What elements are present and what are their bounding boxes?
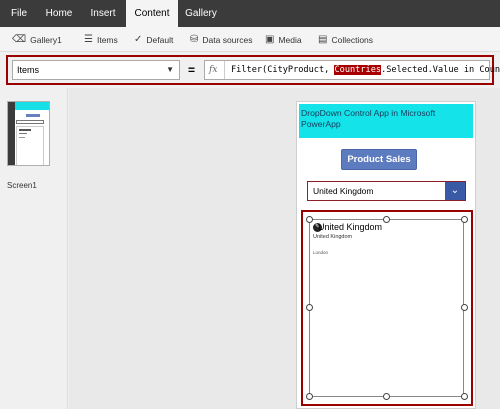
tab-gallery[interactable]: Gallery: [178, 0, 224, 27]
media-button[interactable]: ▣ Media: [265, 27, 302, 52]
tab-insert[interactable]: Insert: [80, 0, 126, 27]
ribbon: ⌫ Gallery1 ☰ Items ✓ Default ⛁ Data sour…: [0, 27, 500, 52]
fx-icon: fx: [209, 61, 225, 79]
menu-bar: File Home Insert Content Gallery: [0, 0, 500, 27]
resize-handle-br[interactable]: [461, 393, 468, 400]
collections-icon: ▤: [318, 34, 328, 45]
screen-label[interactable]: Screen1: [7, 181, 37, 190]
formula-bar: Items ▼ = fx Filter(CityProduct, Countri…: [6, 55, 500, 85]
gallery[interactable]: [309, 219, 464, 397]
equals-sign: =: [188, 63, 196, 77]
items-button[interactable]: ☰ Items: [84, 27, 118, 52]
gallery-item-subtitle: United Kingdom: [313, 234, 353, 240]
resize-handle-l[interactable]: [306, 304, 313, 311]
product-sales-button[interactable]: Product Sales: [341, 149, 417, 170]
formula-part-1: Filter(CityProduct,: [231, 65, 335, 75]
resize-handle-tr[interactable]: [461, 216, 468, 223]
app-header: DropDown Control App in Microsoft PowerA…: [299, 104, 473, 138]
items-label: Items: [96, 34, 118, 45]
resize-handle-r[interactable]: [461, 304, 468, 311]
tab-content[interactable]: Content: [126, 0, 178, 27]
formula-highlight: Countries: [334, 65, 382, 75]
gallery-name-button[interactable]: ⌫ Gallery1: [12, 27, 62, 52]
formula-text: Filter(CityProduct, Countries.Selected.V…: [231, 61, 500, 79]
app-title: DropDown Control App in Microsoft PowerA…: [301, 108, 436, 129]
list-icon: ☰: [84, 34, 93, 45]
collections-label: Collections: [331, 34, 374, 45]
property-value: Items: [17, 65, 40, 75]
collections-button[interactable]: ▤ Collections: [318, 27, 373, 52]
dropdown-value: United Kingdom: [313, 186, 374, 196]
resize-handle-b[interactable]: [383, 393, 390, 400]
media-label: Media: [278, 34, 302, 45]
check-icon: ✓: [134, 34, 143, 45]
screens-panel: [0, 88, 68, 409]
gallery-name-label: Gallery1: [30, 34, 62, 45]
tab-file[interactable]: File: [0, 0, 38, 27]
default-label: Default: [146, 34, 174, 45]
gallery-item-title: United Kingdom: [318, 222, 383, 232]
chevron-down-icon: ▼: [166, 65, 174, 74]
formula-part-2: .Selected.Value in Country): [381, 65, 500, 75]
resize-handle-t[interactable]: [383, 216, 390, 223]
country-dropdown[interactable]: United Kingdom ⌄: [307, 181, 466, 201]
resize-handle-bl[interactable]: [306, 393, 313, 400]
resize-handle-tl[interactable]: [306, 216, 313, 223]
image-icon: ▣: [265, 34, 275, 45]
data-sources-button[interactable]: ⛁ Data sources: [190, 27, 252, 52]
tab-home[interactable]: Home: [38, 0, 80, 27]
gallery-item-city: London: [313, 250, 329, 255]
formula-input[interactable]: fx Filter(CityProduct, Countries.Selecte…: [204, 60, 500, 80]
data-sources-label: Data sources: [202, 34, 253, 45]
default-button[interactable]: ✓ Default: [134, 27, 173, 52]
database-icon: ⛁: [190, 34, 199, 45]
property-dropdown[interactable]: Items ▼: [12, 60, 180, 80]
tag-icon: ⌫: [12, 34, 27, 45]
screen-thumbnail[interactable]: [7, 101, 50, 166]
chevron-down-icon[interactable]: ⌄: [445, 182, 465, 200]
